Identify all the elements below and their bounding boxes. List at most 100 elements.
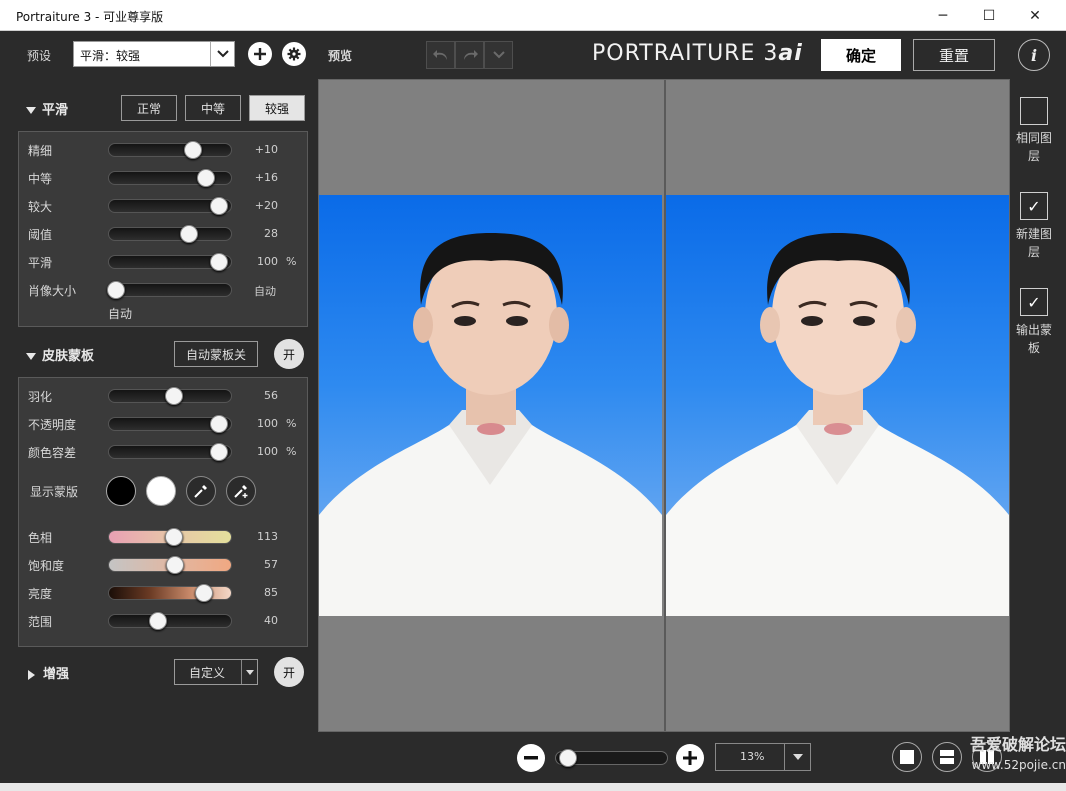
enhance-toggle[interactable]: 开: [274, 657, 304, 687]
watermark-line2: www.52pojie.cn: [971, 758, 1066, 772]
output-mask-checkbox[interactable]: ✓: [1020, 288, 1048, 316]
preview-area[interactable]: [318, 79, 1010, 732]
slider-label: 颜色容差: [28, 446, 77, 460]
portrait-image: [666, 233, 1009, 616]
app-window: 预设 平滑：较强 预览 PORTRAITURE 3ai 确定 重置 i 平滑 正…: [0, 31, 1066, 783]
info-button[interactable]: i: [1018, 39, 1050, 71]
same-layer-checkbox[interactable]: [1020, 97, 1048, 125]
chevron-down-icon[interactable]: [210, 42, 234, 66]
slider-label: 色相: [28, 531, 53, 545]
gear-icon: [287, 47, 301, 61]
chevron-down-icon: [492, 51, 505, 59]
ok-button[interactable]: 确定: [821, 39, 901, 71]
eyedropper-button[interactable]: [186, 476, 216, 506]
slider-track[interactable]: [108, 443, 232, 461]
slider-track[interactable]: [108, 415, 232, 433]
preset-value: 平滑：较强: [80, 49, 141, 63]
skin-mask-section-header[interactable]: 皮肤蒙板: [26, 345, 94, 364]
slider-knob[interactable]: [165, 528, 183, 546]
smoothing-title: 平滑: [42, 103, 69, 118]
eyedropper-icon: [194, 485, 207, 498]
redo-button[interactable]: [455, 41, 484, 69]
app-logo: PORTRAITURE 3ai: [592, 41, 803, 66]
undo-button[interactable]: [426, 41, 455, 69]
black-swatch[interactable]: [106, 476, 136, 506]
slider-label: 阈值: [28, 228, 53, 242]
slider-track[interactable]: [107, 281, 232, 299]
slider-knob[interactable]: [195, 584, 213, 602]
zoom-out-button[interactable]: [517, 744, 545, 772]
slider-value: +16: [254, 171, 278, 184]
slider-unit: %: [286, 445, 297, 458]
add-preset-button[interactable]: [248, 42, 272, 66]
settings-button[interactable]: [282, 42, 306, 66]
preview-before-image: [319, 195, 662, 616]
slider-label: 平滑: [28, 256, 53, 270]
slider-knob[interactable]: [210, 443, 228, 461]
smoothing-section-header[interactable]: 平滑: [26, 99, 68, 118]
slider-value: +20: [254, 199, 278, 212]
slider-label: 范围: [28, 615, 53, 629]
slider-track[interactable]: [108, 169, 232, 187]
slider-track[interactable]: [108, 528, 232, 546]
smoothing-mode-button[interactable]: 正常: [121, 95, 177, 121]
slider-track[interactable]: [108, 225, 232, 243]
reset-button[interactable]: 重置: [913, 39, 995, 71]
enhance-preset-dropdown[interactable]: 自定义: [174, 659, 258, 685]
slider-track[interactable]: [108, 253, 232, 271]
slider-knob[interactable]: [210, 415, 228, 433]
preset-label: 预设: [27, 49, 52, 63]
slider-knob[interactable]: [210, 197, 228, 215]
white-swatch[interactable]: [146, 476, 176, 506]
chevron-down-icon[interactable]: [784, 744, 810, 770]
slider-knob[interactable]: [210, 253, 228, 271]
zoom-dropdown[interactable]: 13%: [715, 743, 811, 771]
new-layer-checkbox[interactable]: ✓: [1020, 192, 1048, 220]
close-icon[interactable]: ✕: [1012, 0, 1058, 31]
slider-track[interactable]: [108, 197, 232, 215]
zoom-slider-knob[interactable]: [559, 749, 577, 767]
slider-knob[interactable]: [197, 169, 215, 187]
chevron-down-icon[interactable]: [241, 660, 257, 684]
zoom-slider[interactable]: [555, 749, 668, 767]
collapse-triangle-icon: [26, 353, 36, 360]
slider-knob[interactable]: [180, 225, 198, 243]
enhance-section-header[interactable]: 增强: [28, 663, 69, 682]
slider-value: 100: [257, 445, 278, 458]
slider-knob[interactable]: [107, 281, 125, 299]
plus-icon: [254, 48, 266, 60]
enhance-preset-value: 自定义: [188, 665, 225, 680]
slider-label: 饱和度: [28, 559, 65, 573]
slider-value: 100: [257, 417, 278, 430]
skin-mask-toggle[interactable]: 开: [274, 339, 304, 369]
slider-track[interactable]: [108, 612, 232, 630]
history-dropdown-button[interactable]: [484, 41, 513, 69]
slider-label: 不透明度: [28, 418, 77, 432]
slider-value: +10: [254, 143, 278, 156]
slider-knob[interactable]: [149, 612, 167, 630]
zoom-value: 13%: [740, 750, 765, 763]
slider-track[interactable]: [108, 556, 232, 574]
slider-track[interactable]: [108, 141, 232, 159]
preset-dropdown[interactable]: 平滑：较强: [73, 41, 235, 67]
slider-value: 57: [264, 558, 278, 571]
eyedropper-add-button[interactable]: [226, 476, 256, 506]
auto-mask-button[interactable]: 自动蒙板关: [174, 341, 258, 367]
slider-knob[interactable]: [166, 556, 184, 574]
zoom-in-button[interactable]: [676, 744, 704, 772]
smoothing-mode-button[interactable]: 中等: [185, 95, 241, 121]
slider-label: 较大: [28, 200, 53, 214]
slider-track[interactable]: [108, 584, 232, 602]
smoothing-mode-button[interactable]: 较强: [249, 95, 305, 121]
maximize-icon[interactable]: ☐: [966, 0, 1012, 31]
logo-main: PORTRAITURE 3: [592, 41, 779, 66]
plus-icon: [683, 751, 697, 765]
slider-knob[interactable]: [165, 387, 183, 405]
undo-icon: [432, 50, 447, 60]
slider-knob[interactable]: [184, 141, 202, 159]
portrait-image: [319, 233, 662, 616]
slider-label: 精细: [28, 144, 53, 158]
minimize-icon[interactable]: ─: [920, 0, 966, 31]
slider-value: 85: [264, 586, 278, 599]
slider-track[interactable]: [108, 387, 232, 405]
